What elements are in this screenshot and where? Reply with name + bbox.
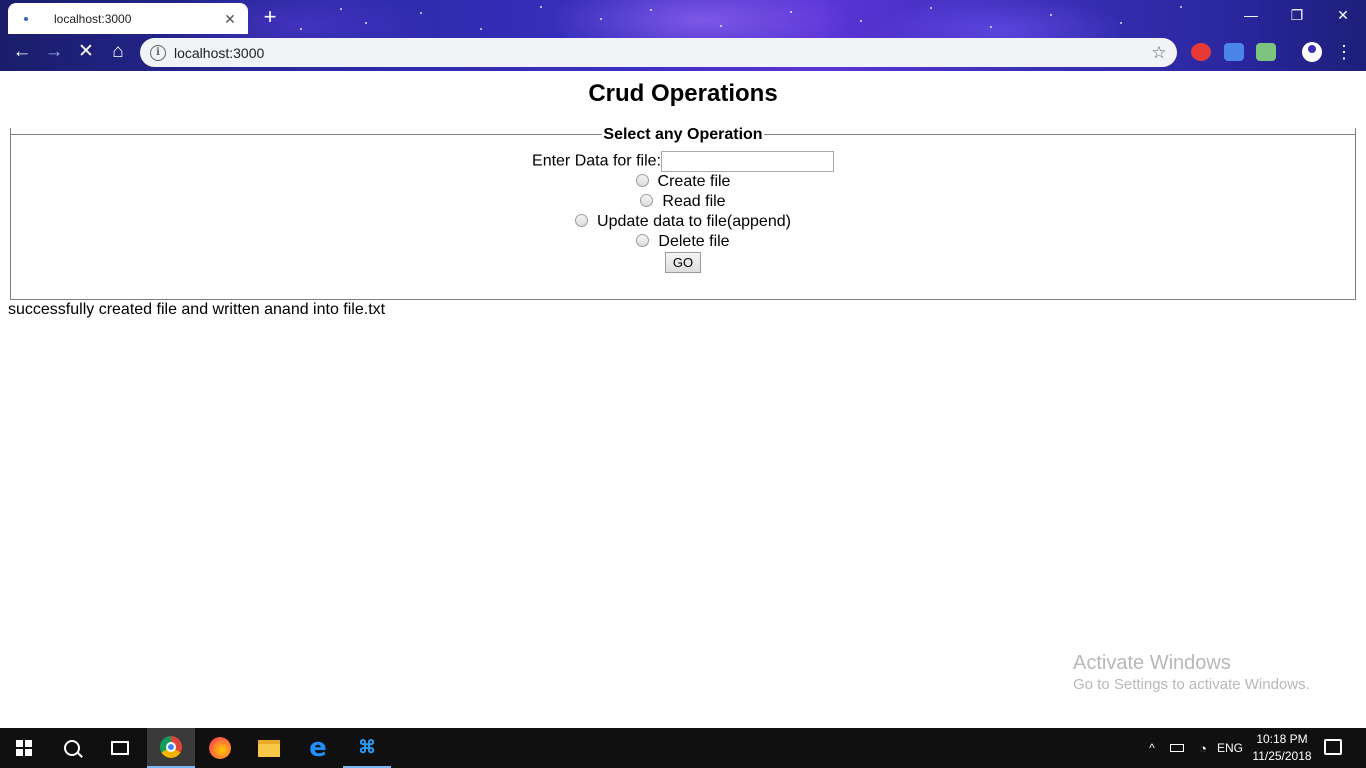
- windows-logo-icon: [16, 740, 32, 756]
- browser-menu-icon[interactable]: ⋮: [1334, 40, 1354, 64]
- language-indicator[interactable]: ENG: [1216, 728, 1244, 768]
- site-info-icon[interactable]: i: [150, 44, 166, 61]
- watermark-line1: Activate Windows: [1073, 652, 1231, 674]
- extension-translate-icon[interactable]: [1224, 43, 1244, 61]
- delete-file-label: Delete file: [658, 233, 730, 250]
- stop-loading-button[interactable]: ✕: [72, 38, 100, 66]
- update-file-radio[interactable]: [575, 214, 589, 227]
- activate-windows-watermark: Activate Windows Go to Settings to activ…: [1073, 651, 1310, 695]
- task-view-button[interactable]: [96, 728, 144, 768]
- delete-file-radio[interactable]: [636, 234, 650, 247]
- taskbar-firefox[interactable]: [196, 728, 244, 768]
- firefox-icon: [209, 737, 231, 759]
- fieldset-legend: Select any Operation: [603, 126, 763, 143]
- back-button[interactable]: ←: [8, 38, 36, 66]
- search-icon: [64, 740, 80, 756]
- update-file-label: Update data to file(append): [597, 213, 791, 230]
- battery-icon[interactable]: [1166, 728, 1188, 768]
- go-button[interactable]: GO: [665, 252, 701, 273]
- input-row: Enter Data for file:: [0, 151, 1366, 172]
- page-title: Crud Operations: [588, 80, 778, 107]
- taskbar-file-explorer[interactable]: [245, 728, 293, 768]
- radio-row-delete: Delete file: [0, 232, 1366, 252]
- address-bar[interactable]: i localhost:3000 ☆: [140, 38, 1177, 67]
- clock-date: 11/25/2018: [1252, 749, 1312, 763]
- fieldset-legend-wrap: Select any Operation: [10, 126, 1356, 143]
- chrome-icon: [160, 736, 182, 758]
- home-button[interactable]: ⌂: [104, 38, 132, 66]
- extension-mail-icon[interactable]: [1256, 43, 1276, 61]
- show-hidden-icons-button[interactable]: ^: [1142, 728, 1162, 768]
- task-view-icon: [111, 741, 129, 755]
- status-message: successfully created file and written an…: [8, 301, 386, 318]
- vscode-icon: ⌘: [358, 737, 376, 757]
- windows-taskbar: e ⌘ ^ ◔ ENG 10:18 PM 11/25/2018: [0, 728, 1366, 768]
- file-explorer-icon: [258, 739, 280, 757]
- restore-button[interactable]: ❐: [1274, 0, 1320, 32]
- loading-favicon-icon: [18, 11, 34, 27]
- data-input[interactable]: [660, 151, 834, 172]
- bookmark-star-icon[interactable]: ☆: [1149, 43, 1169, 63]
- taskbar-edge[interactable]: e: [294, 728, 342, 768]
- radio-row-read: Read file: [0, 192, 1366, 212]
- url-text[interactable]: localhost:3000: [174, 45, 1149, 61]
- tab-title: localhost:3000: [54, 11, 132, 26]
- tab-close-icon[interactable]: ✕: [222, 11, 238, 27]
- browser-tab[interactable]: localhost:3000 ✕: [8, 3, 248, 34]
- forward-button[interactable]: →: [40, 38, 68, 66]
- edge-icon: e: [309, 733, 327, 763]
- clock-time: 10:18 PM: [1256, 732, 1308, 746]
- read-file-label: Read file: [662, 193, 726, 210]
- profile-avatar-icon[interactable]: [1302, 42, 1322, 62]
- create-file-label: Create file: [657, 173, 731, 190]
- taskbar-clock[interactable]: 10:18 PM 11/25/2018: [1246, 731, 1318, 765]
- browser-chrome: localhost:3000 ✕ + — ❐ ✕ ← → ✕ ⌂ i local…: [0, 0, 1366, 71]
- create-file-radio[interactable]: [635, 174, 649, 187]
- start-button[interactable]: [0, 728, 48, 768]
- go-row: GO: [0, 252, 1366, 273]
- window-close-button[interactable]: ✕: [1320, 0, 1366, 32]
- taskbar-vscode[interactable]: ⌘: [343, 728, 391, 768]
- watermark-line2: Go to Settings to activate Windows.: [1073, 676, 1310, 693]
- extension-adblock-icon[interactable]: [1191, 43, 1211, 61]
- radio-row-update: Update data to file(append): [0, 212, 1366, 232]
- wifi-icon[interactable]: ◔: [1192, 728, 1214, 768]
- web-page: Crud Operations Select any Operation Ent…: [0, 71, 1366, 728]
- read-file-radio[interactable]: [640, 194, 654, 207]
- new-tab-button[interactable]: +: [258, 6, 282, 30]
- radio-row-create: Create file: [0, 172, 1366, 192]
- taskbar-chrome[interactable]: [147, 728, 195, 768]
- data-input-label: Enter Data for file:: [532, 152, 661, 170]
- minimize-button[interactable]: —: [1228, 0, 1274, 32]
- search-button[interactable]: [48, 728, 96, 768]
- notification-center-icon[interactable]: [1324, 739, 1342, 755]
